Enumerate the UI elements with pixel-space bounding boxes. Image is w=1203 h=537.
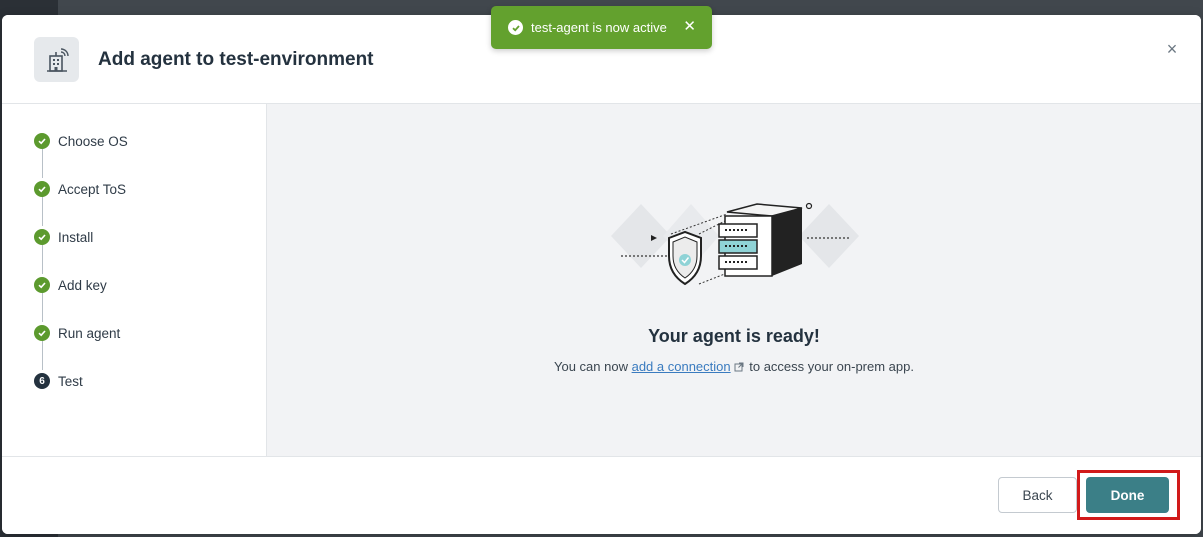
- modal-title: Add agent to test-environment: [98, 49, 374, 70]
- add-connection-link[interactable]: add a connection: [632, 359, 731, 374]
- check-circle-icon: [508, 20, 523, 35]
- external-link-icon: [734, 360, 744, 375]
- steps-sidebar: Choose OS Accept ToS Install Add key Run…: [2, 104, 267, 456]
- building-signal-icon: [34, 37, 79, 82]
- check-icon: [34, 229, 50, 245]
- step-label: Run agent: [58, 325, 121, 341]
- check-icon: [34, 133, 50, 149]
- check-icon: [34, 325, 50, 341]
- step-run-agent[interactable]: Run agent: [34, 323, 120, 343]
- step-accept-tos[interactable]: Accept ToS: [34, 179, 126, 199]
- step-connector: [42, 244, 43, 274]
- ready-text-after: to access your on-prem app.: [745, 359, 914, 374]
- done-button[interactable]: Done: [1086, 477, 1169, 513]
- success-toast: test-agent is now active ✕: [491, 6, 712, 49]
- agent-server-illustration: [607, 194, 867, 304]
- step-label: Install: [58, 229, 94, 245]
- ready-description: You can now add a connection to access y…: [267, 359, 1201, 375]
- step-label: Accept ToS: [58, 181, 127, 197]
- check-icon: [34, 277, 50, 293]
- step-connector: [42, 196, 43, 226]
- step-label: Test: [58, 373, 83, 389]
- step-install[interactable]: Install: [34, 227, 93, 247]
- step-add-key[interactable]: Add key: [34, 275, 107, 295]
- step-connector: [42, 292, 43, 322]
- ready-text-before: You can now: [554, 359, 632, 374]
- step-test[interactable]: 6 Test: [34, 371, 83, 391]
- back-button[interactable]: Back: [998, 477, 1077, 513]
- step-number-badge: 6: [34, 373, 50, 389]
- step-label: Choose OS: [58, 133, 128, 149]
- main-content: Your agent is ready! You can now add a c…: [267, 104, 1201, 456]
- step-connector: [42, 148, 43, 178]
- add-agent-modal: Add agent to test-environment × Choose O…: [2, 15, 1201, 534]
- check-icon: [34, 181, 50, 197]
- modal-footer: Back Done: [2, 456, 1201, 534]
- step-choose-os[interactable]: Choose OS: [34, 131, 128, 151]
- close-modal-button[interactable]: ×: [1163, 40, 1181, 58]
- step-label: Add key: [58, 277, 107, 293]
- ready-title: Your agent is ready!: [648, 326, 820, 346]
- toast-close-icon[interactable]: ✕: [683, 19, 696, 34]
- close-icon: ×: [1166, 39, 1178, 59]
- toast-message: test-agent is now active: [531, 20, 667, 35]
- step-connector: [42, 340, 43, 370]
